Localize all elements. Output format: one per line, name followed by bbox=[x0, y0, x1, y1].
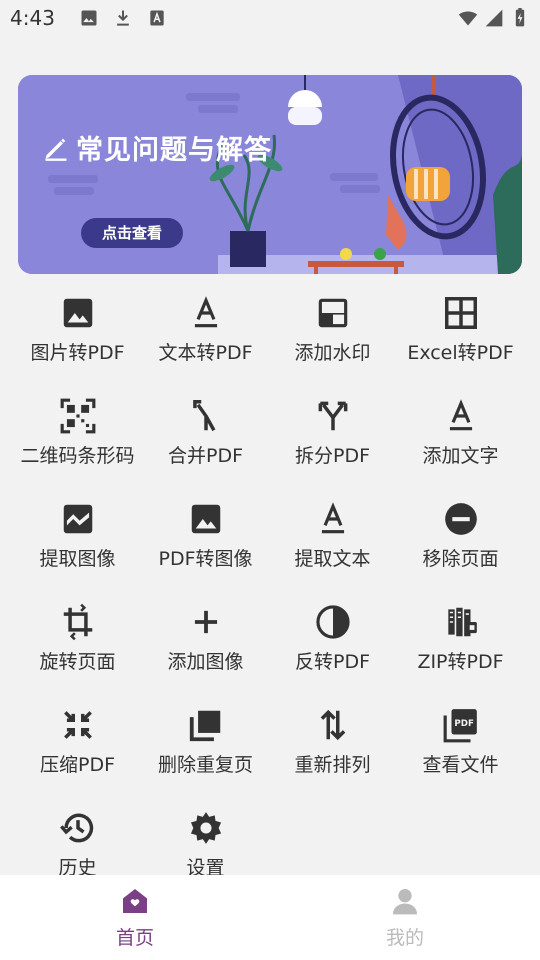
nav-home[interactable]: 首页 bbox=[0, 875, 270, 960]
tool-label: 旋转页面 bbox=[39, 651, 116, 673]
tool-reorder[interactable]: 重新排列 bbox=[265, 702, 400, 802]
wave-image-icon bbox=[63, 504, 92, 534]
status-bar: 4:43 bbox=[0, 0, 540, 36]
qr-code-icon bbox=[60, 398, 95, 434]
reorder-icon bbox=[320, 709, 345, 741]
invert-icon bbox=[315, 605, 350, 639]
status-left: 4:43 bbox=[10, 6, 167, 30]
grid-icon bbox=[444, 297, 477, 329]
wifi-icon bbox=[458, 11, 478, 26]
svg-text:PDF: PDF bbox=[454, 719, 474, 729]
battery-icon bbox=[515, 8, 525, 27]
gear-icon bbox=[190, 812, 221, 844]
nav-mine-label: 我的 bbox=[385, 927, 424, 949]
tool-view-files[interactable]: PDF 查看文件 bbox=[393, 702, 528, 802]
rotate-icon bbox=[63, 603, 92, 641]
pdf-file-icon: PDF bbox=[443, 709, 477, 743]
tool-add-text[interactable]: 添加文字 bbox=[393, 393, 528, 493]
text-format-icon bbox=[449, 399, 472, 431]
font-a-icon bbox=[150, 10, 164, 26]
tool-label: 提取图像 bbox=[39, 548, 116, 570]
tool-label: 反转PDF bbox=[294, 651, 371, 673]
tool-label: 图片转PDF bbox=[30, 342, 125, 364]
tool-label: 拆分PDF bbox=[294, 445, 371, 467]
tool-label: 移除页面 bbox=[422, 548, 499, 570]
home-icon bbox=[123, 889, 147, 913]
tool-label: 添加文字 bbox=[422, 445, 499, 467]
tool-label: 删除重复页 bbox=[157, 754, 253, 776]
user-icon bbox=[393, 889, 417, 915]
tool-zip-to-pdf[interactable]: ZIP转PDF bbox=[393, 599, 528, 699]
tool-add-image[interactable]: 添加图像 bbox=[138, 599, 273, 699]
image-icon bbox=[63, 298, 92, 328]
tool-label: 二维码条形码 bbox=[20, 445, 135, 467]
tool-label: Excel转PDF bbox=[407, 342, 514, 364]
tool-text-to-pdf[interactable]: 文本转PDF bbox=[138, 290, 273, 390]
remove-circle-icon bbox=[444, 503, 477, 535]
tool-label: PDF转图像 bbox=[158, 548, 253, 570]
status-right bbox=[458, 8, 530, 28]
signal-icon bbox=[485, 9, 503, 27]
tool-label: 压缩PDF bbox=[39, 754, 116, 776]
merge-icon bbox=[192, 400, 215, 432]
tool-image-to-pdf[interactable]: 图片转PDF bbox=[10, 290, 145, 390]
pencil-icon bbox=[45, 138, 67, 161]
zip-icon bbox=[447, 607, 477, 637]
tool-label: 添加水印 bbox=[294, 342, 371, 364]
compress-icon bbox=[63, 711, 92, 739]
tool-compress-pdf[interactable]: 压缩PDF bbox=[10, 702, 145, 802]
banner-title-row: 常见问题与解答 bbox=[42, 128, 272, 167]
tool-extract-images[interactable]: 提取图像 bbox=[10, 496, 145, 596]
tool-label: 查看文件 bbox=[422, 754, 499, 776]
tool-label: ZIP转PDF bbox=[417, 651, 504, 673]
tool-label: 合并PDF bbox=[167, 445, 244, 467]
tool-rotate-pages[interactable]: 旋转页面 bbox=[10, 599, 145, 699]
tool-label: 提取文本 bbox=[294, 548, 371, 570]
view-faq-button[interactable]: 点击查看 bbox=[81, 218, 183, 248]
split-icon bbox=[318, 401, 347, 431]
status-time: 4:43 bbox=[10, 6, 55, 30]
tool-pdf-to-image[interactable]: PDF转图像 bbox=[138, 496, 273, 596]
tool-delete-duplicates[interactable]: 删除重复页 bbox=[138, 702, 273, 802]
add-icon bbox=[194, 610, 217, 634]
nav-mine[interactable]: 我的 bbox=[270, 875, 540, 960]
tool-label: 添加图像 bbox=[167, 651, 244, 673]
tool-label: 重新排列 bbox=[294, 754, 371, 776]
tool-merge-pdf[interactable]: 合并PDF bbox=[138, 393, 273, 493]
tool-extract-text[interactable]: 提取文本 bbox=[265, 496, 400, 596]
text-format-icon bbox=[321, 502, 344, 534]
nav-home-label: 首页 bbox=[115, 927, 154, 949]
tool-remove-pages[interactable]: 移除页面 bbox=[393, 496, 528, 596]
duplicate-icon bbox=[189, 710, 220, 742]
tool-label: 文本转PDF bbox=[158, 342, 253, 364]
download-icon bbox=[117, 10, 129, 26]
image-icon bbox=[191, 504, 220, 534]
text-format-icon bbox=[194, 296, 217, 328]
tool-excel-to-pdf[interactable]: Excel转PDF bbox=[393, 290, 528, 390]
faq-banner[interactable]: 常见问题与解答 点击查看 bbox=[18, 75, 522, 274]
history-icon bbox=[59, 813, 93, 843]
tool-qr-barcode[interactable]: 二维码条形码 bbox=[10, 393, 145, 493]
banner-title: 常见问题与解答 bbox=[76, 135, 272, 166]
tool-add-watermark[interactable]: 添加水印 bbox=[265, 290, 400, 390]
tool-invert-pdf[interactable]: 反转PDF bbox=[265, 599, 400, 699]
bottom-nav: 首页 我的 bbox=[0, 875, 540, 960]
tool-split-pdf[interactable]: 拆分PDF bbox=[265, 393, 400, 493]
image-icon bbox=[81, 10, 97, 26]
watermark-icon bbox=[318, 298, 347, 328]
